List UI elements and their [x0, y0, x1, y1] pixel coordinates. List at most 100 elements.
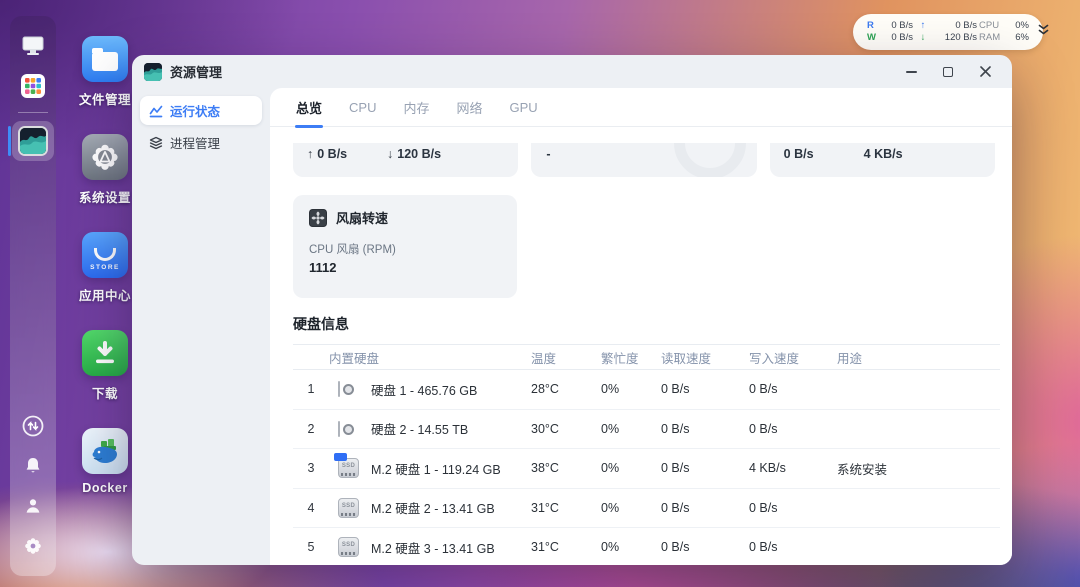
tray-down-value: 120 B/s [933, 32, 977, 45]
disk-name: 硬盘 2 - 14.55 TB [371, 419, 531, 438]
col-usage: 用途 [837, 348, 1000, 367]
file-manager-icon [82, 36, 128, 82]
disk-read: 0 B/s [661, 501, 749, 515]
disk-table-row[interactable]: 4SSDM.2 硬盘 2 - 13.41 GB31°C0%0 B/s0 B/s [293, 489, 1000, 529]
dock-item-resource-monitor[interactable] [12, 121, 54, 161]
disk-write: 0 B/s [749, 501, 837, 515]
system-settings-icon [82, 134, 128, 180]
hdd-icon [338, 381, 340, 397]
window-app-icon [144, 63, 162, 81]
resource-manager-window: 资源管理 运行状态 [132, 55, 1012, 565]
col-write-speed: 写入速度 [749, 348, 837, 367]
store-badge-text: STORE [90, 264, 120, 271]
nav-item-label: 运行状态 [170, 101, 220, 120]
disk-icon-cell [329, 382, 371, 396]
disk-table-row[interactable]: 3SSDM.2 硬盘 1 - 119.24 GB38°C0%0 B/s4 KB/… [293, 449, 1000, 489]
maximize-icon [943, 67, 953, 77]
disk-name: M.2 硬盘 2 - 13.41 GB [371, 498, 531, 517]
docker-icon [82, 428, 128, 474]
tray-read-value: 0 B/s [879, 20, 913, 33]
download-arrow-icon: ↓ [915, 32, 931, 45]
disk-table-body: 1硬盘 1 - 465.76 GB28°C0%0 B/s0 B/s2硬盘 2 -… [293, 370, 1000, 565]
network-card: ↑0 B/s ↓120 B/s [293, 143, 518, 177]
app-grid-icon[interactable] [18, 71, 48, 101]
disk-section-title: 硬盘信息 [293, 314, 989, 334]
disk-write: 4 KB/s [749, 461, 837, 475]
hdd-icon [338, 421, 340, 437]
download-arrow-icon: ↓ [387, 147, 393, 161]
minimize-button[interactable] [898, 60, 924, 84]
notifications-bell-icon[interactable] [18, 451, 48, 481]
disk-temp: 31°C [531, 501, 601, 515]
disk-name: M.2 硬盘 1 - 119.24 GB [371, 459, 531, 478]
disk-temp: 31°C [531, 540, 601, 554]
disk-name: M.2 硬盘 3 - 13.41 GB [371, 538, 531, 557]
tab-network[interactable]: 网络 [455, 88, 483, 128]
disk-read: 0 B/s [661, 461, 749, 475]
settings-gear-icon[interactable] [18, 531, 48, 561]
disk-icon-cell: SSD [329, 458, 371, 478]
transfer-icon[interactable] [18, 411, 48, 441]
desktop-monitor-icon[interactable] [18, 31, 48, 61]
disk-read-metric: 0 B/s [784, 147, 814, 161]
tab-overview[interactable]: 总览 [295, 88, 323, 128]
disk-table-row[interactable]: 2硬盘 2 - 14.55 TB30°C0%0 B/s0 B/s [293, 410, 1000, 450]
fan-speed-card: 风扇转速 CPU 风扇 (RPM) 1112 [293, 195, 517, 298]
tray-ram-value: 6% [1007, 32, 1029, 45]
tab-memory[interactable]: 内存 [402, 88, 430, 128]
upload-arrow-icon: ↑ [307, 147, 313, 161]
resource-monitor-icon [18, 126, 48, 156]
disk-table: 内置硬盘 温度 繁忙度 读取速度 写入速度 用途 1硬盘 1 - 465.76 … [293, 344, 1000, 565]
summary-cards-row: ↑0 B/s ↓120 B/s - 0% 0 B/s 4 KB/s [293, 143, 995, 177]
disk-read: 0 B/s [661, 382, 749, 396]
usage-gauge [674, 143, 746, 177]
disk-busy: 0% [601, 540, 661, 554]
ssd-icon: SSD [338, 458, 359, 478]
disk-write: 0 B/s [749, 382, 837, 396]
system-tray[interactable]: R 0 B/s ↑ 0 B/s CPU 0% W 0 B/s ↓ 120 B/s… [853, 14, 1043, 50]
disk-read: 0 B/s [661, 540, 749, 554]
nav-item-label: 进程管理 [170, 133, 220, 152]
disk-write-metric: 4 KB/s [864, 147, 903, 161]
disk-busy: 0% [601, 422, 661, 436]
col-internal-disk: 内置硬盘 [329, 348, 531, 367]
close-icon [980, 66, 991, 77]
tab-gpu[interactable]: GPU [509, 89, 539, 126]
maximize-button[interactable] [935, 60, 961, 84]
tray-cpu-label: CPU [979, 20, 1005, 33]
tab-cpu[interactable]: CPU [348, 89, 377, 126]
close-button[interactable] [972, 60, 998, 84]
window-titlebar[interactable]: 资源管理 [132, 55, 1012, 88]
dock-bottom-group [18, 406, 48, 566]
desktop: 文件管理 系统设置 STORE 应用中心 [0, 0, 1080, 587]
gauge-card-dash: - [546, 147, 550, 161]
col-temperature: 温度 [531, 348, 601, 367]
fan-icon [309, 209, 327, 227]
col-busy: 繁忙度 [601, 348, 661, 367]
tray-write-value: 0 B/s [879, 32, 913, 45]
nav-item-running-status[interactable]: 运行状态 [140, 96, 262, 125]
tabbar-gap [270, 127, 1012, 143]
disk-table-header: 内置硬盘 温度 繁忙度 读取速度 写入速度 用途 [293, 344, 1000, 370]
window-controls [898, 60, 998, 84]
user-icon[interactable] [18, 491, 48, 521]
ssd-icon: SSD [338, 537, 359, 557]
tray-write-label: W [867, 32, 877, 45]
ssd-icon-label: SSD [342, 463, 355, 469]
dock-divider [18, 112, 48, 113]
content-scroll-area[interactable]: ↑0 B/s ↓120 B/s - 0% 0 B/s 4 KB/s [270, 143, 1012, 565]
chevron-double-down-icon[interactable] [1037, 23, 1050, 42]
disk-icon-cell: SSD [329, 537, 371, 557]
nav-item-process-management[interactable]: 进程管理 [140, 128, 262, 157]
disk-temp: 38°C [531, 461, 601, 475]
fan-metric-value: 1112 [309, 260, 501, 275]
disk-table-row[interactable]: 5SSDM.2 硬盘 3 - 13.41 GB31°C0%0 B/s0 B/s [293, 528, 1000, 565]
disk-table-row[interactable]: 1硬盘 1 - 465.76 GB28°C0%0 B/s0 B/s [293, 370, 1000, 410]
tray-ram-label: RAM [979, 32, 1005, 45]
download-icon [82, 330, 128, 376]
disk-read: 0 B/s [661, 422, 749, 436]
window-sidenav: 运行状态 进程管理 [132, 88, 270, 565]
col-read-speed: 读取速度 [661, 348, 749, 367]
disk-write: 0 B/s [749, 540, 837, 554]
tray-read-label: R [867, 20, 877, 33]
